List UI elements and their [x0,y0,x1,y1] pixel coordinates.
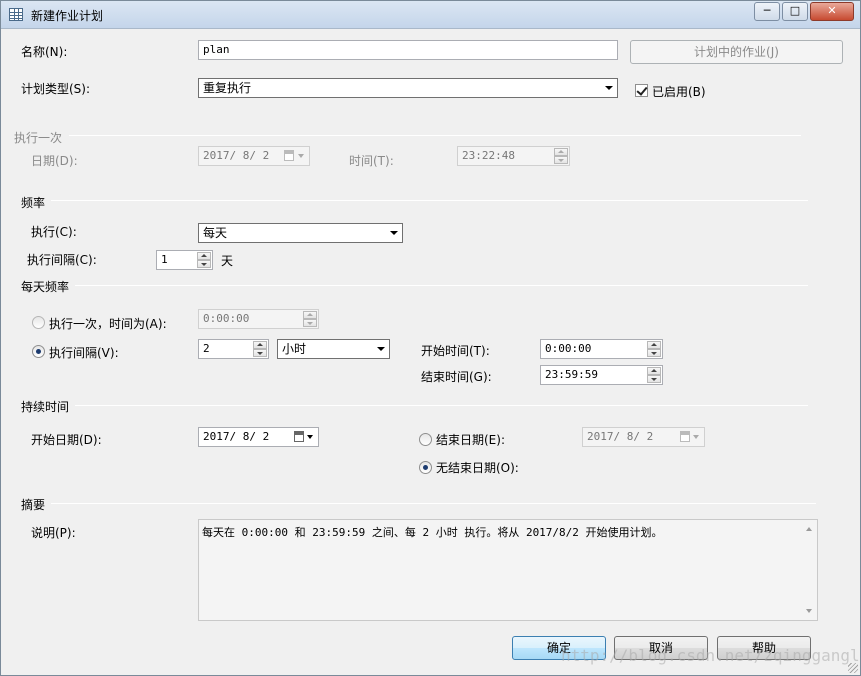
one-time-date-value: 2017/ 8/ 2 [203,149,270,162]
chevron-down-icon [605,86,613,90]
spin-up-icon[interactable] [554,148,568,156]
one-time-date-picker[interactable]: 2017/ 8/ 2 [198,146,310,166]
recurs-spinner[interactable]: 1 [156,250,213,270]
spin-down-icon[interactable] [197,260,211,268]
scroll-up-icon[interactable] [806,527,812,531]
spin-buttons[interactable] [197,252,211,268]
recurs-unit: 天 [221,254,234,268]
recurs-label: 执行间隔(C): [27,253,97,267]
daily-frequency-divider [75,285,808,286]
one-time-time-label: 时间(T): [349,154,394,168]
calendar-icon [284,150,294,161]
table-icon [9,8,23,21]
start-time-label: 开始时间(T): [421,344,490,358]
spin-down-icon[interactable] [253,349,267,357]
schedule-type-label: 计划类型(S): [21,82,91,96]
enabled-label: 已启用(B) [652,85,706,99]
chevron-down-icon [377,347,385,351]
spin-buttons[interactable] [554,148,568,164]
name-input[interactable]: plan [198,40,618,60]
end-date-radio[interactable] [419,433,432,446]
occurs-every-spinner[interactable]: 2 [198,339,269,359]
resize-grip-icon[interactable] [848,663,858,673]
occurs-once-time-value: 0:00:00 [203,312,250,325]
end-time-spinner[interactable]: 23:59:59 [540,365,663,385]
start-date-value: 2017/ 8/ 2 [203,430,270,443]
one-time-time-value: 23:22:48 [462,149,515,162]
recurs-value: 1 [161,253,168,266]
calendar-icon [680,431,690,442]
scroll-down-icon[interactable] [806,609,812,613]
schedule-type-value: 重复执行 [203,81,252,95]
chevron-down-icon [298,154,304,158]
description-textarea[interactable]: 每天在 0:00:00 和 23:59:59 之间、每 2 小时 执行。将从 2… [198,519,818,621]
name-label: 名称(N): [21,45,68,59]
window-title: 新建作业计划 [31,9,104,23]
spin-down-icon[interactable] [647,375,661,383]
one-time-divider [69,135,801,136]
occurs-label: 执行(C): [31,225,77,239]
occurs-every-unit-value: 小时 [282,342,307,356]
description-text: 每天在 0:00:00 和 23:59:59 之间、每 2 小时 执行。将从 2… [202,526,663,539]
new-job-schedule-dialog: 新建作业计划 ─ □ ✕ 名称(N): plan 计划中的作业(J) 计划类型(… [0,0,861,676]
spin-buttons[interactable] [647,341,661,357]
spin-buttons[interactable] [647,367,661,383]
occurs-every-radio[interactable] [32,345,45,358]
start-date-picker[interactable]: 2017/ 8/ 2 [198,427,319,447]
one-time-date-label: 日期(D): [31,154,78,168]
end-date-value: 2017/ 8/ 2 [587,430,654,443]
spin-buttons[interactable] [253,341,267,357]
description-label: 说明(P): [31,526,76,540]
occurs-once-radio[interactable] [32,316,45,329]
occurs-once-time-spinner[interactable]: 0:00:00 [198,309,319,329]
spin-up-icon[interactable] [647,341,661,349]
chevron-down-icon [307,435,313,439]
spin-up-icon[interactable] [253,341,267,349]
occurs-every-unit-select[interactable]: 小时 [277,339,390,359]
end-date-picker[interactable]: 2017/ 8/ 2 [582,427,705,447]
watermark-text: http://blog.csdn.net/zqinggangl [561,646,860,665]
occurs-select[interactable]: 每天 [198,223,403,243]
spin-up-icon[interactable] [197,252,211,260]
no-end-date-radio[interactable] [419,461,432,474]
no-end-date-label: 无结束日期(O): [436,461,519,475]
spin-down-icon[interactable] [647,349,661,357]
spin-down-icon[interactable] [303,319,317,327]
vertical-scrollbar[interactable] [802,520,817,620]
end-time-label: 结束时间(G): [421,370,492,384]
chevron-down-icon [693,435,699,439]
end-date-label: 结束日期(E): [436,433,505,447]
start-time-value: 0:00:00 [545,342,592,355]
one-time-time-spinner[interactable]: 23:22:48 [457,146,570,166]
chevron-down-icon [390,231,398,235]
duration-group-label: 持续时间 [21,400,70,414]
title-bar[interactable]: 新建作业计划 ─ □ ✕ [1,1,860,29]
occurs-once-label: 执行一次，时间为(A): [49,317,167,331]
spin-up-icon[interactable] [303,311,317,319]
calendar-icon [294,431,304,442]
one-time-group-label: 执行一次 [14,131,63,145]
spin-up-icon[interactable] [647,367,661,375]
occurs-every-label: 执行间隔(V): [49,346,119,360]
spin-down-icon[interactable] [554,156,568,164]
frequency-group-label: 频率 [21,196,46,210]
occurs-every-value: 2 [203,342,210,355]
minimize-button[interactable]: ─ [754,2,780,21]
start-time-spinner[interactable]: 0:00:00 [540,339,663,359]
jobs-in-schedule-button[interactable]: 计划中的作业(J) [630,40,843,64]
spin-buttons[interactable] [303,311,317,327]
duration-divider [75,405,808,406]
close-button[interactable]: ✕ [810,2,854,21]
frequency-divider [51,200,808,201]
start-date-label: 开始日期(D): [31,433,102,447]
summary-divider [51,503,816,504]
summary-group-label: 摘要 [21,498,46,512]
end-time-value: 23:59:59 [545,368,598,381]
maximize-button[interactable]: □ [782,2,808,21]
enabled-checkbox[interactable] [635,84,648,97]
occurs-value: 每天 [203,226,228,240]
daily-frequency-group-label: 每天频率 [21,280,70,294]
schedule-type-select[interactable]: 重复执行 [198,78,618,98]
